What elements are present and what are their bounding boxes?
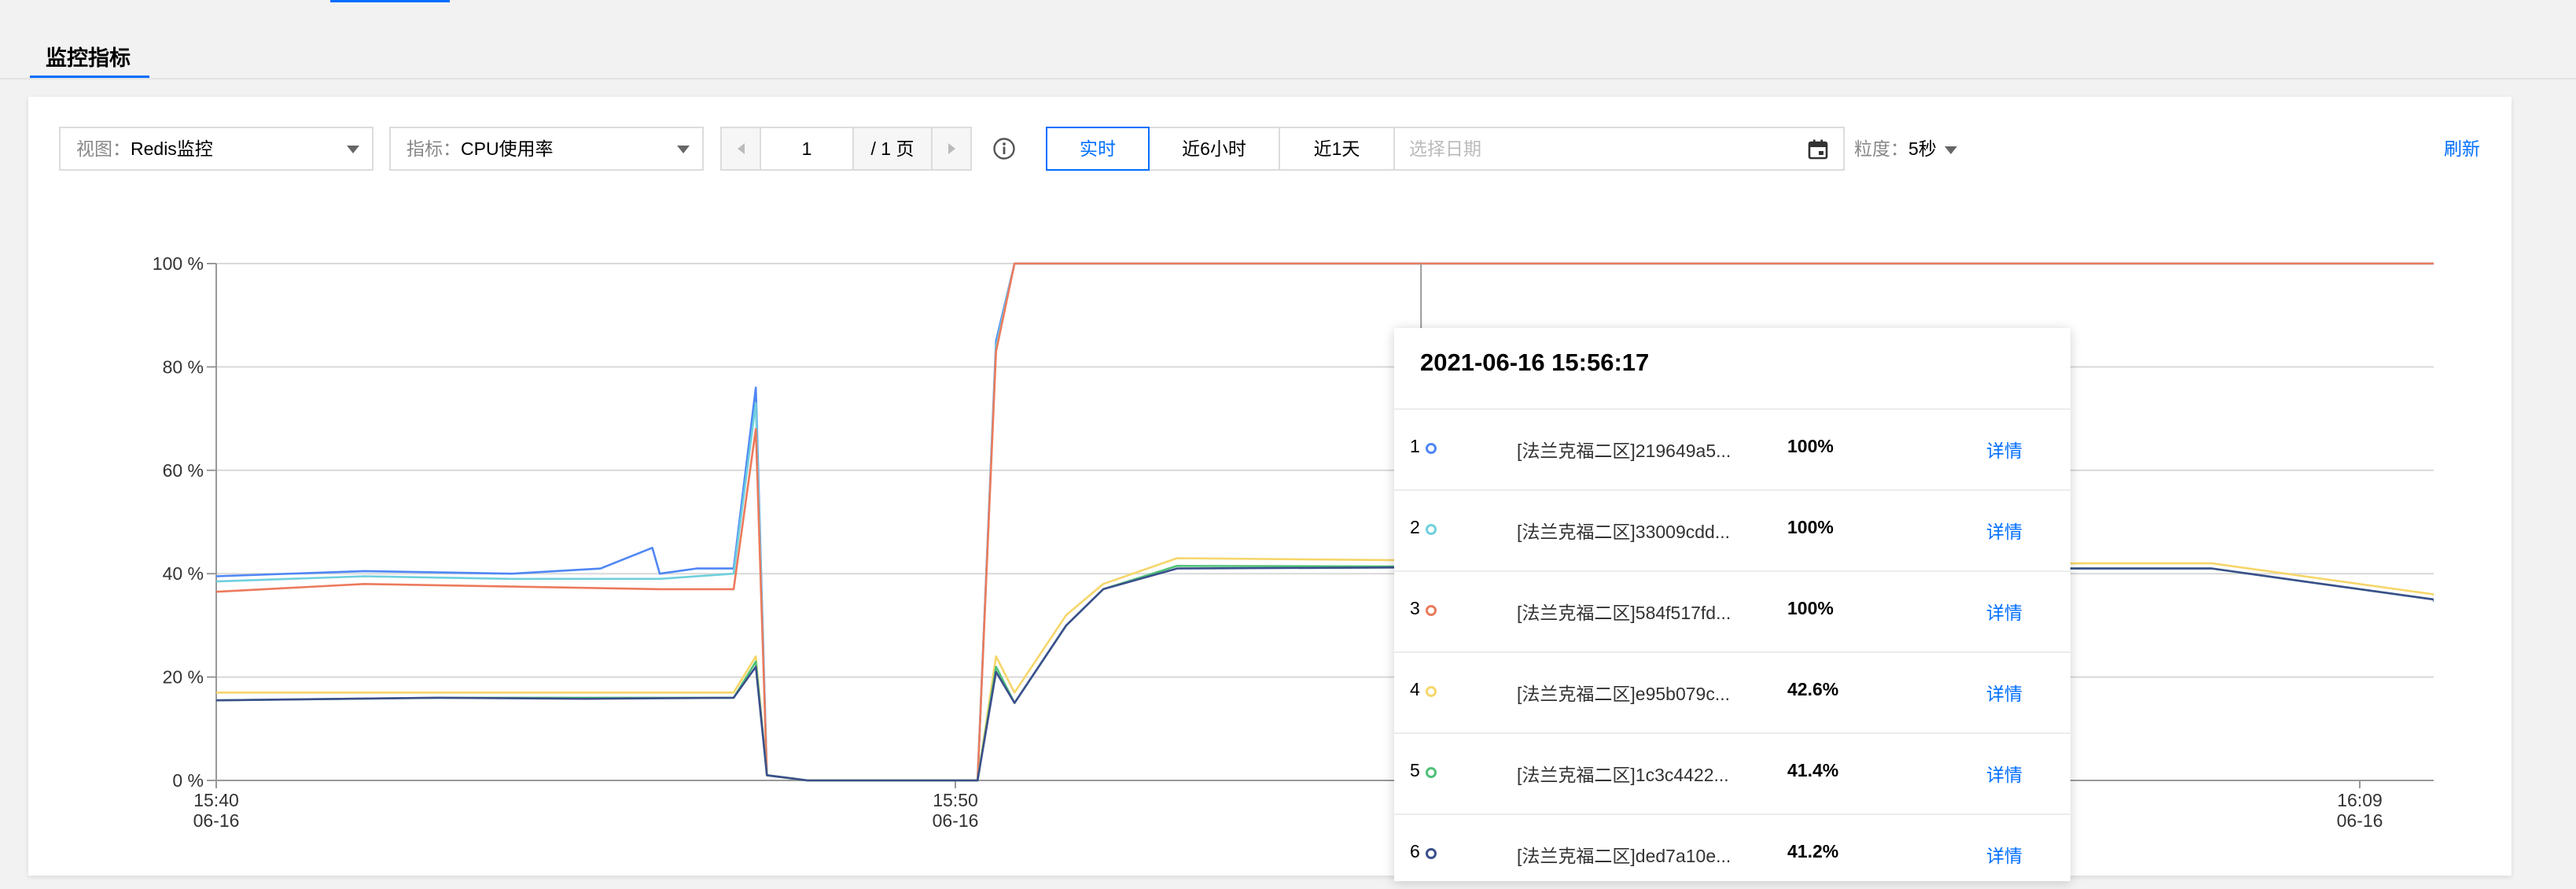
series-line [216, 262, 2434, 782]
tooltip-row-index: 5 [1410, 760, 1420, 780]
tooltip-row-value: 100% [1787, 598, 1834, 618]
detail-link[interactable]: 详情 [1986, 679, 2022, 706]
x-tick-date-label: 06-16 [2337, 810, 2383, 831]
y-tick-label: 100 % [153, 253, 204, 274]
x-tick-time-label: 15:40 [193, 790, 239, 810]
tooltip-row-index: 3 [1410, 598, 1420, 618]
detail-link[interactable]: 详情 [1986, 760, 2022, 787]
tooltip-row: 6 [法兰克福二区]ded7a10e... 41.2% 详情 [1394, 815, 2070, 881]
series-marker-icon [1426, 443, 1437, 454]
tooltip-row-index: 4 [1410, 679, 1420, 699]
tooltip-row: 1 [法兰克福二区]219649a5... 100% 详情 [1394, 410, 2070, 491]
cpu-usage-chart: 0 %20 %40 %60 %80 %100 %15:4006-1615:500… [153, 253, 2434, 831]
y-tick-label: 60 % [163, 460, 204, 481]
tooltip-row-value: 100% [1787, 436, 1834, 456]
tooltip-row-name: [法兰克福二区]33009cdd... [1517, 522, 1730, 542]
detail-link[interactable]: 详情 [1986, 436, 2022, 463]
detail-link[interactable]: 详情 [1986, 841, 2022, 868]
tooltip-row: 5 [法兰克福二区]1c3c4422... 41.4% 详情 [1394, 734, 2070, 815]
tooltip-row: 2 [法兰克福二区]33009cdd... 100% 详情 [1394, 491, 2070, 572]
y-tick-label: 0 % [172, 770, 204, 791]
tooltip-row-index: 1 [1410, 436, 1420, 456]
tooltip-row-name: [法兰克福二区]e95b079c... [1517, 684, 1730, 704]
x-tick-time-label: 16:09 [2337, 790, 2383, 810]
tooltip-row-value: 42.6% [1787, 679, 1839, 699]
series-marker-icon [1426, 605, 1437, 616]
tooltip-row-index: 6 [1410, 841, 1420, 861]
tooltip-row-name: [法兰克福二区]584f517fd... [1517, 603, 1731, 623]
chart-tooltip: 2021-06-16 15:56:17 1 [法兰克福二区]219649a5...… [1394, 328, 2070, 881]
detail-link[interactable]: 详情 [1986, 517, 2022, 544]
series-marker-icon [1426, 848, 1437, 859]
series-line [216, 262, 2434, 782]
tooltip-row-name: [法兰克福二区]ded7a10e... [1517, 846, 1731, 866]
tooltip-row-value: 41.2% [1787, 841, 1839, 861]
x-tick-date-label: 06-16 [933, 810, 979, 831]
tooltip-row-name: [法兰克福二区]1c3c4422... [1517, 765, 1729, 785]
x-tick-date-label: 06-16 [193, 810, 240, 831]
series-marker-icon [1426, 524, 1437, 535]
y-tick-label: 80 % [163, 356, 204, 377]
y-tick-label: 20 % [163, 667, 204, 688]
tooltip-row-value: 100% [1787, 517, 1834, 537]
tooltip-time: 2021-06-16 15:56:17 [1420, 349, 1650, 376]
tooltip-row: 3 [法兰克福二区]584f517fd... 100% 详情 [1394, 572, 2070, 653]
tooltip-row-name: [法兰克福二区]219649a5... [1517, 441, 1731, 461]
series-marker-icon [1426, 767, 1437, 778]
detail-link[interactable]: 详情 [1986, 598, 2022, 625]
y-tick-label: 40 % [163, 563, 204, 584]
series-marker-icon [1426, 686, 1437, 697]
series-line [216, 262, 2434, 782]
tooltip-row: 4 [法兰克福二区]e95b079c... 42.6% 详情 [1394, 653, 2070, 734]
x-tick-time-label: 15:50 [933, 790, 978, 810]
tooltip-row-value: 41.4% [1787, 760, 1839, 780]
tooltip-row-index: 2 [1410, 517, 1420, 537]
